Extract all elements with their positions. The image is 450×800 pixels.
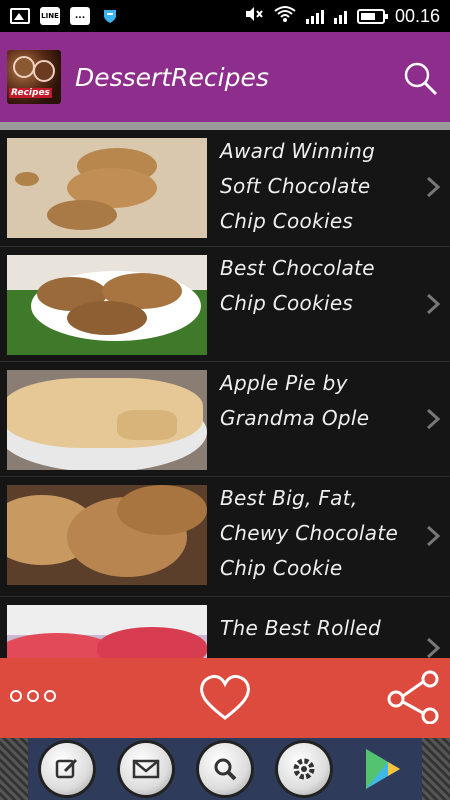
favorite-button[interactable]	[198, 672, 252, 722]
recipe-thumbnail	[7, 370, 207, 470]
recipe-title: Apple Pie by Grandma Ople	[220, 371, 370, 430]
dock-inner	[28, 738, 422, 800]
list-item[interactable]: Best Big, Fat, Chewy Chocolate Chip Cook…	[0, 477, 450, 597]
app-logo: Recipes	[7, 50, 61, 104]
image-icon	[10, 8, 30, 24]
more-dots-icon	[10, 690, 22, 702]
signal-icon	[305, 8, 324, 24]
status-bar: LINE ... 00.16	[0, 0, 450, 32]
app-title: DessertRecipes	[75, 62, 269, 92]
list-item[interactable]: Apple Pie by Grandma Ople	[0, 362, 450, 477]
recipe-title: Award Winning Soft Chocolate Chip Cookie…	[220, 139, 376, 233]
search-icon	[214, 758, 237, 781]
search-app-button[interactable]	[198, 743, 251, 795]
chevron-right-icon	[426, 293, 440, 315]
search-button[interactable]	[400, 58, 440, 98]
mute-icon	[244, 5, 264, 27]
battery-icon	[356, 8, 388, 24]
bottom-action-bar	[0, 658, 450, 738]
mail-button[interactable]	[120, 743, 173, 795]
list-item[interactable]: The Best Rolled	[0, 597, 450, 658]
chevron-right-icon	[426, 408, 440, 430]
launcher-dock	[0, 738, 450, 800]
play-store-button[interactable]	[357, 743, 409, 795]
compose-icon	[56, 758, 78, 779]
search-icon	[404, 62, 438, 96]
share-button[interactable]	[386, 670, 440, 725]
recipe-thumbnail	[7, 605, 207, 658]
chevron-right-icon	[426, 637, 440, 658]
heart-icon	[200, 674, 250, 720]
more-dot	[27, 690, 39, 702]
signal-icon-2	[333, 8, 347, 24]
mail-icon	[132, 759, 160, 779]
share-icon	[387, 670, 439, 725]
settings-button[interactable]	[277, 743, 330, 795]
app-bar: Recipes DessertRecipes	[0, 32, 450, 122]
more-button[interactable]	[10, 690, 56, 702]
recipe-title: Best Big, Fat, Chewy Chocolate Chip Cook…	[220, 486, 399, 580]
wifi-icon	[274, 5, 296, 27]
play-store-icon	[365, 749, 400, 789]
dock-edge-right	[422, 738, 450, 800]
more-dot	[44, 690, 56, 702]
list-item[interactable]: Award Winning Soft Chocolate Chip Cookie…	[0, 130, 450, 247]
shield-icon	[100, 7, 120, 25]
logo-text: Recipes	[9, 88, 52, 98]
chevron-right-icon	[426, 176, 440, 198]
recipe-thumbnail	[7, 255, 207, 355]
compose-button[interactable]	[41, 743, 94, 795]
recipe-thumbnail	[7, 485, 207, 585]
app-bar-divider	[0, 122, 450, 130]
settings-icon	[293, 758, 315, 780]
list-item[interactable]: Best Chocolate Chip Cookies	[0, 247, 450, 362]
chevron-right-icon	[426, 525, 440, 547]
recipe-title: Best Chocolate Chip Cookies	[220, 256, 375, 315]
chat-icon: ...	[70, 7, 90, 25]
dock-edge-left	[0, 738, 28, 800]
line-icon: LINE	[40, 7, 60, 25]
recipe-thumbnail	[7, 138, 207, 238]
recipe-title: The Best Rolled	[220, 616, 381, 640]
recipe-list[interactable]: Award Winning Soft Chocolate Chip Cookie…	[0, 130, 450, 658]
clock: 00.16	[394, 5, 440, 26]
